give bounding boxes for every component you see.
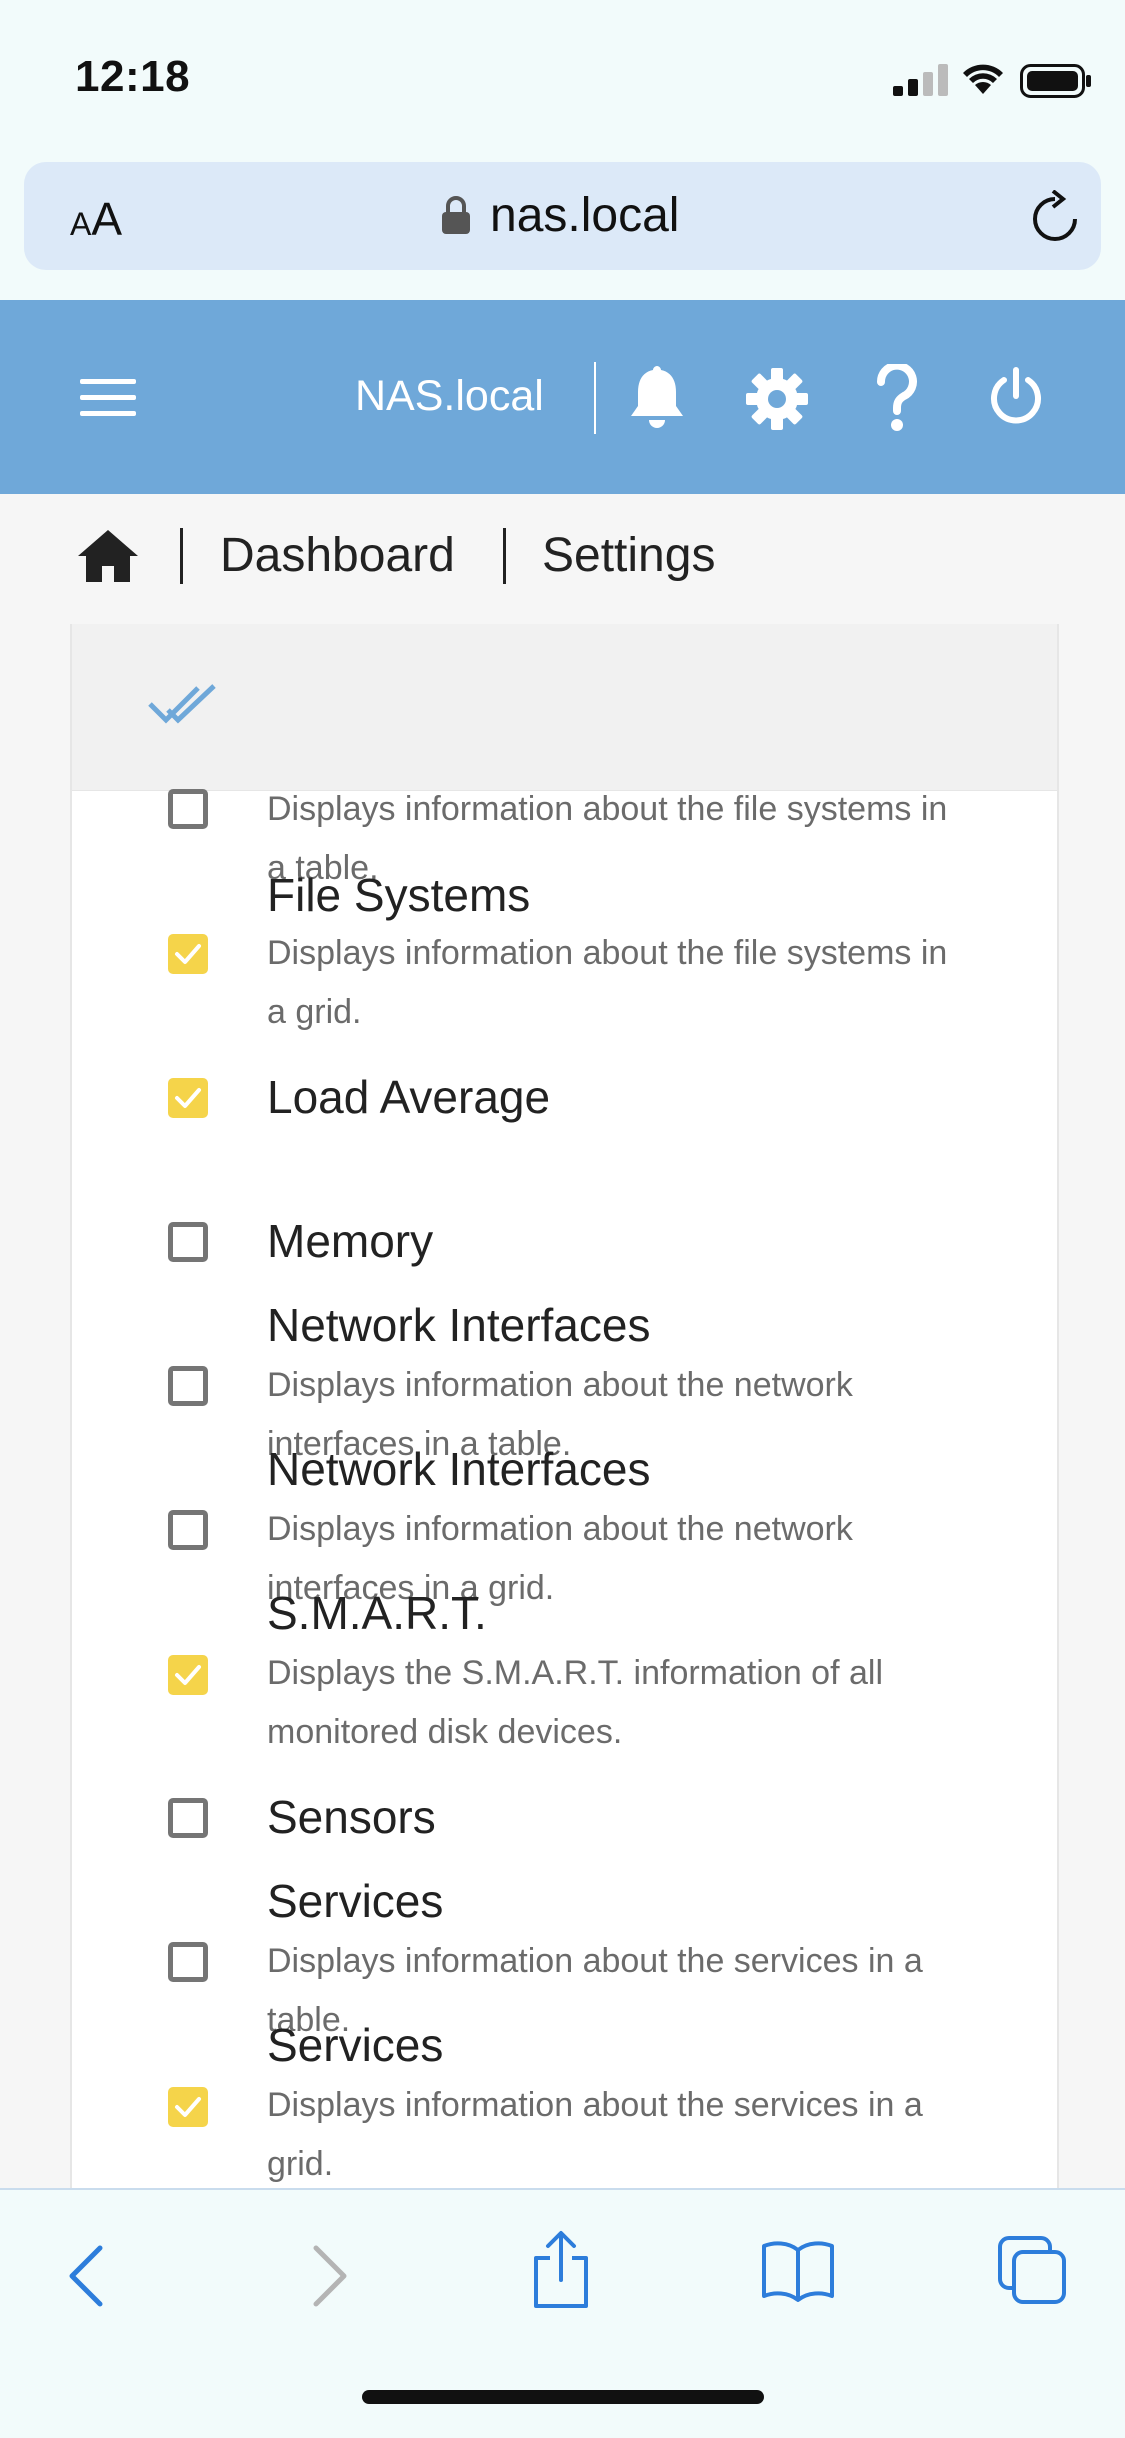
cellular-signal-icon xyxy=(893,64,948,96)
header-divider xyxy=(594,362,596,434)
breadcrumb-dashboard[interactable]: Dashboard xyxy=(220,528,455,583)
tabs-icon[interactable] xyxy=(998,2236,1068,2306)
widget-description: Displays information about the file syst… xyxy=(267,934,948,1031)
checkbox-unchecked[interactable] xyxy=(168,1222,208,1262)
checkbox-unchecked[interactable] xyxy=(168,1942,208,1982)
widget-title: S.M.A.R.T. xyxy=(267,1587,487,1639)
share-icon[interactable] xyxy=(530,2230,592,2310)
address-bar[interactable]: AA nas.local xyxy=(24,162,1101,270)
status-bar: 12:18 xyxy=(0,0,1125,150)
checkbox-checked[interactable] xyxy=(168,1655,208,1695)
text-size-button[interactable]: AA xyxy=(70,192,122,246)
reload-icon[interactable] xyxy=(1030,190,1080,244)
breadcrumb-separator xyxy=(180,528,183,584)
url-text[interactable]: nas.local xyxy=(490,188,679,243)
widget-description: Displays the S.M.A.R.T. information of a… xyxy=(267,1654,884,1751)
home-indicator xyxy=(362,2390,764,2404)
wifi-icon xyxy=(963,64,1003,94)
power-icon[interactable] xyxy=(988,366,1044,426)
panel-toolbar xyxy=(72,624,1057,791)
widget-title: Network Interfaces xyxy=(267,1443,651,1495)
status-time: 12:18 xyxy=(75,52,191,101)
breadcrumb-settings[interactable]: Settings xyxy=(542,528,715,583)
widget-title: Load Average xyxy=(267,1071,551,1123)
forward-icon[interactable] xyxy=(310,2244,350,2308)
checkbox-unchecked[interactable] xyxy=(168,789,208,829)
lock-icon xyxy=(442,196,470,234)
widget-title: Network Interfaces xyxy=(267,1299,651,1351)
widget-title: File Systems xyxy=(267,869,531,921)
widget-title: Services xyxy=(267,1875,444,1927)
check-all-icon[interactable] xyxy=(148,684,220,726)
help-icon[interactable] xyxy=(876,364,918,432)
widgets-panel: Displays information about the file syst… xyxy=(70,624,1059,2188)
checkmark-icon xyxy=(175,1665,201,1685)
checkbox-unchecked[interactable] xyxy=(168,1510,208,1550)
breadcrumb: Dashboard Settings xyxy=(0,494,1125,624)
checkbox-unchecked[interactable] xyxy=(168,1366,208,1406)
checkbox-checked[interactable] xyxy=(168,934,208,974)
checkmark-icon xyxy=(175,1088,201,1108)
checkmark-icon xyxy=(175,2097,201,2117)
checkbox-checked[interactable] xyxy=(168,2087,208,2127)
checkbox-unchecked[interactable] xyxy=(168,1798,208,1838)
back-icon[interactable] xyxy=(66,2244,106,2308)
menu-icon[interactable] xyxy=(80,379,136,416)
checkmark-icon xyxy=(175,944,201,964)
home-icon[interactable] xyxy=(78,530,138,582)
app-header: NAS.local xyxy=(0,300,1125,494)
widget-title: Services xyxy=(267,2019,444,2071)
battery-icon xyxy=(1020,64,1091,98)
host-name: NAS.local xyxy=(355,372,544,420)
widget-title: Sensors xyxy=(267,1791,436,1843)
widget-description: Displays information about the services … xyxy=(267,2086,923,2183)
checkbox-checked[interactable] xyxy=(168,1078,208,1118)
bookmarks-icon[interactable] xyxy=(760,2240,836,2302)
widget-title: Memory xyxy=(267,1215,434,1267)
gear-icon[interactable] xyxy=(746,368,808,430)
bell-icon[interactable] xyxy=(628,364,686,432)
breadcrumb-separator xyxy=(503,528,506,584)
